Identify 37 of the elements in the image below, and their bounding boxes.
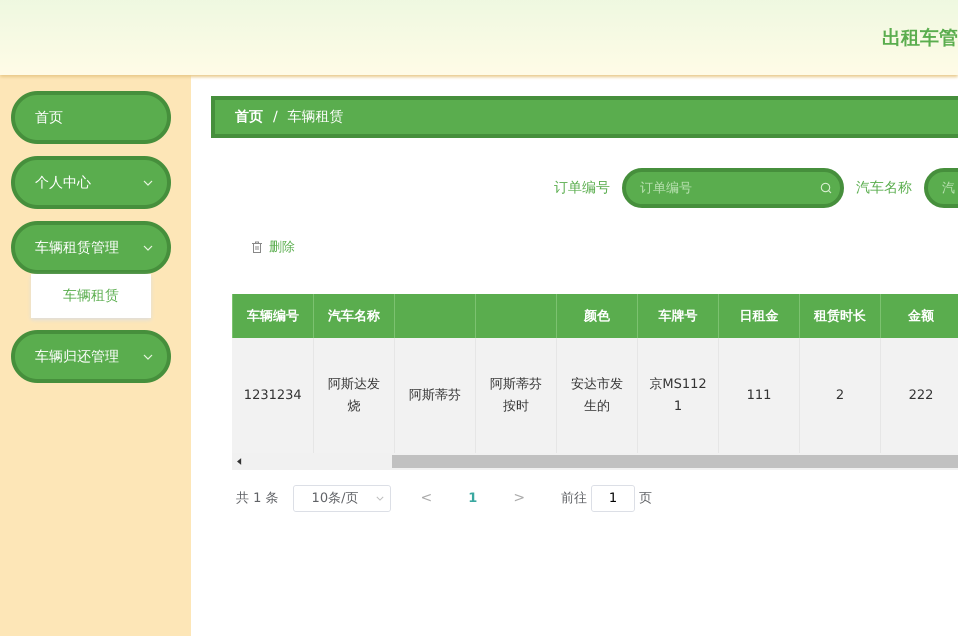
chevron-down-icon [143,180,153,186]
chevron-down-icon [143,244,153,250]
goto-label: 前往 [561,490,588,507]
prev-page-button[interactable]: < [414,489,438,507]
sidebar-menu-item[interactable]: 首页 [11,91,171,144]
column-header: 金额 [880,294,958,338]
total-count: 共 1 条 [236,490,279,507]
breadcrumb-separator: / [273,109,278,125]
field-label: 订单编号 [554,179,610,197]
sidebar-menu-item[interactable]: 车辆租赁管理 [11,221,171,274]
column-header: 日租金 [718,294,800,338]
chevron-down-icon [143,354,153,360]
delete-button[interactable]: 删除 [251,238,295,256]
breadcrumb-item[interactable]: 首页 [235,108,263,126]
search-field[interactable]: 汽 [924,168,958,208]
page-size-select[interactable]: 10条/页 [292,484,391,512]
search-icon [820,182,832,194]
app-title: 出租车管 [882,26,958,50]
sidebar-menu-item[interactable]: 个人中心 [11,156,171,209]
search-field[interactable]: 订单编号 [622,168,844,208]
column-header: 颜色 [556,294,638,338]
page-input[interactable]: 1 [591,484,636,512]
breadcrumb-item[interactable]: 车辆租赁 [288,108,344,126]
column-header: 车辆编号 [232,294,314,338]
field-label: 汽车名称 [856,179,912,197]
column-header: 租赁时长 [800,294,880,338]
column-header: 汽车名称 [314,294,394,338]
scroll-left-icon[interactable] [237,458,242,465]
trash-icon [251,241,263,253]
sidebar-menu-item[interactable]: 车辆归还管理 [11,330,171,383]
scrollbar-thumb[interactable] [392,455,958,468]
chevron-down-icon [376,496,384,500]
column-header: 车牌号 [638,294,718,338]
submenu-item[interactable]: 车辆租赁 [31,274,151,318]
page-suffix: 页 [639,490,652,507]
page-number[interactable]: 1 [462,490,484,506]
next-page-button[interactable]: > [507,489,532,507]
